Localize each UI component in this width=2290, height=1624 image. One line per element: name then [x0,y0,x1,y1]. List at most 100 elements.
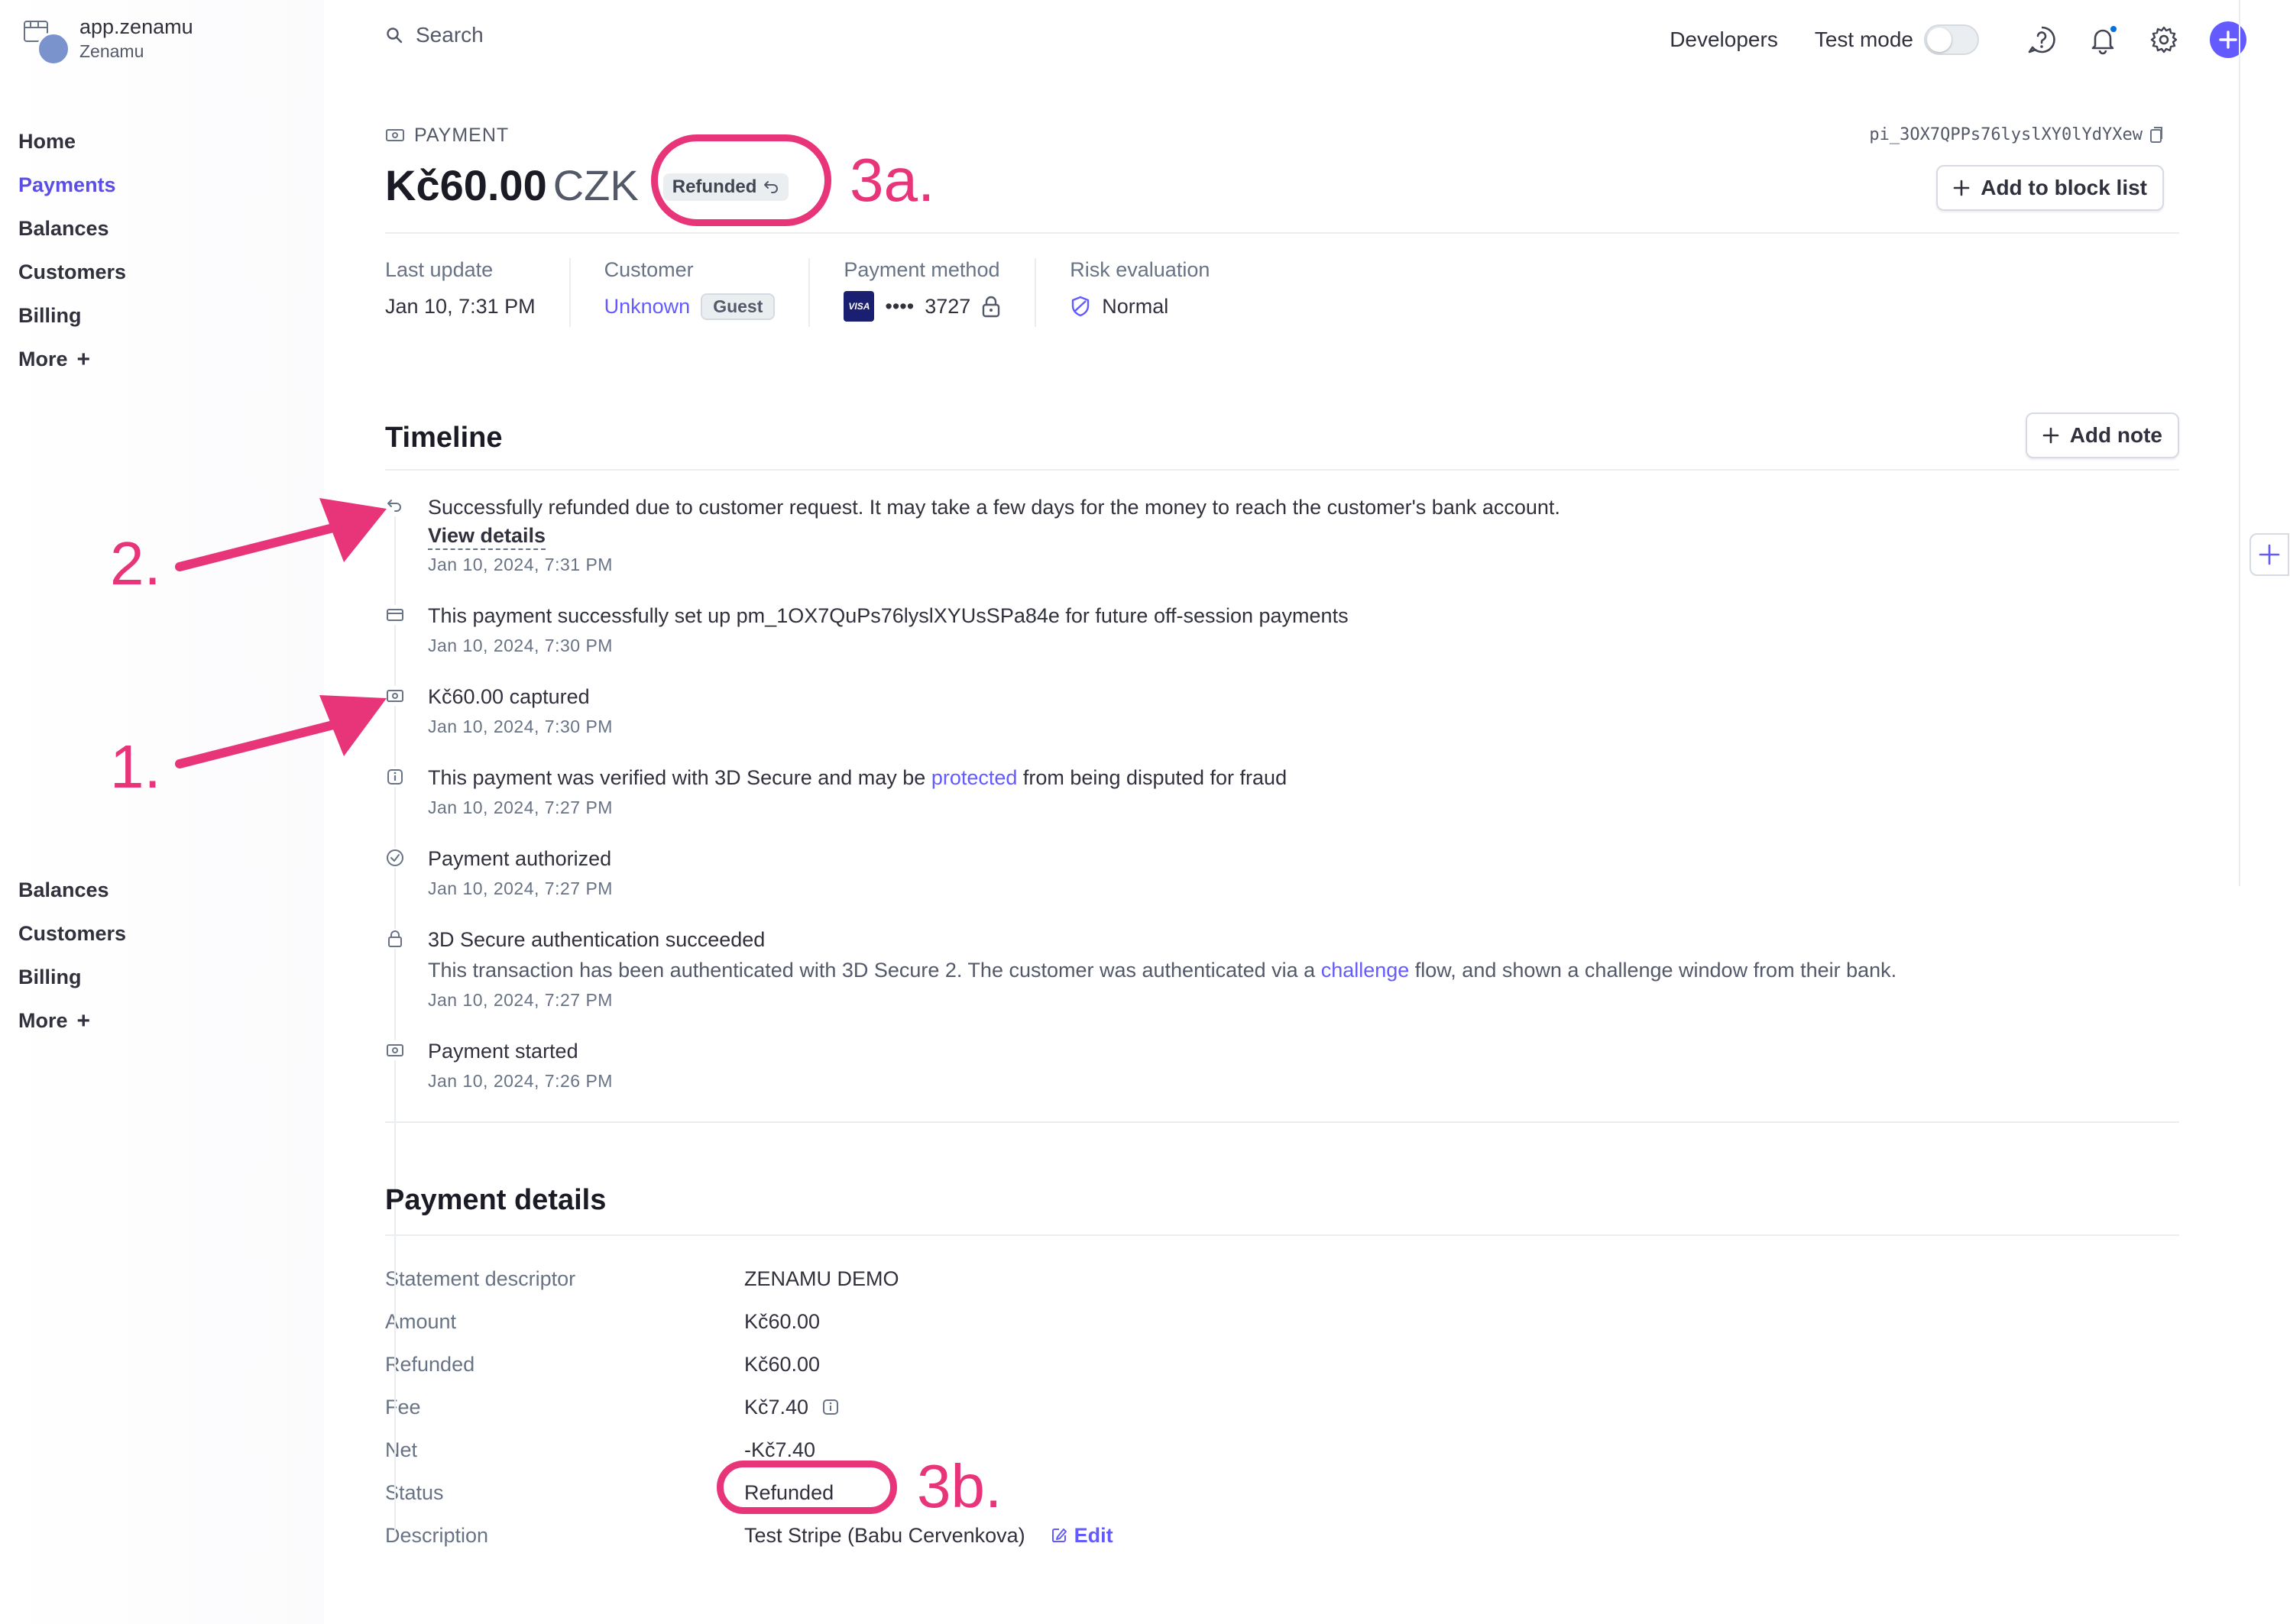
fee-value: Kč7.40 [744,1395,809,1419]
summary-risk: Risk evaluation Normal [1070,258,1243,327]
timeline-end-divider [385,1121,2179,1123]
eyebrow-label: PAYMENT [414,124,510,146]
notifications-button[interactable] [2088,24,2118,55]
sidebar-item-balances[interactable]: Balances [18,207,126,251]
sidebar-item-payments[interactable]: Payments [18,163,126,207]
timeline-item: This payment was verified with 3D Secure… [385,762,2179,822]
payment-id[interactable]: pi_3OX7QPPs76lyslXY0lYdYXew [1869,125,2164,144]
detail-row: Fee Kč7.40 [385,1386,2179,1428]
sidebar: app.zenamu Zenamu Home Payments Balances… [0,0,324,1624]
detail-value: Kč60.00 [744,1309,821,1333]
payment-method-label: Payment method [844,258,1000,281]
detail-label: Net [385,1438,418,1461]
timeline-sub-part: This transaction has been authenticated … [428,959,1321,982]
timeline-text: Successfully refunded due to customer re… [428,496,1560,519]
payment-id-text: pi_3OX7QPPs76lyslXY0lYdYXew [1869,125,2143,144]
timeline-text: Kč60.00 captured [428,685,590,708]
sidebar-item-balances[interactable]: Balances [18,869,126,912]
account-switcher[interactable]: app.zenamu Zenamu [18,14,324,67]
sidebar-nav: Home Payments Balances Customers Billing… [18,120,126,381]
timeline-text: Payment started [428,1040,578,1063]
account-avatar [37,32,70,66]
timeline-text: Payment authorized [428,847,612,870]
detail-row: Description Test Stripe (Babu Cervenkova… [385,1514,2179,1557]
protected-link[interactable]: protected [931,766,1018,789]
add-note-label: Add note [2069,423,2162,447]
payment-summary: Last update Jan 10, 7:31 PM Customer Unk… [385,258,2179,327]
sidebar-item-billing[interactable]: Billing [18,294,126,338]
view-details-link[interactable]: View details [428,522,546,550]
summary-customer: Customer Unknown Guest [604,258,811,327]
search-placeholder: Search [416,23,484,47]
test-mode-toggle[interactable] [1924,24,1979,55]
copy-icon[interactable] [2149,126,2164,144]
open-panel-button[interactable] [2250,533,2289,576]
developers-link[interactable]: Developers [1670,27,1778,52]
plus-icon: + [76,1008,91,1034]
create-button[interactable] [2210,21,2246,58]
plus-icon [1953,180,1970,196]
sidebar-item-customers[interactable]: Customers [18,251,126,294]
toggle-knob [1927,27,1952,52]
add-to-block-list-button[interactable]: Add to block list [1936,165,2164,211]
search-input[interactable]: Search [385,23,484,47]
annotation-label-3a: 3a. [850,146,935,214]
plus-icon [2219,31,2237,49]
sidebar-item-more[interactable]: More + [18,999,126,1043]
timeline-sub-part: flow, and shown a challenge window from … [1409,959,1897,982]
info-icon[interactable] [822,1399,839,1415]
timeline-date: Jan 10, 2024, 7:27 PM [428,797,613,817]
arrow-2-head [319,498,387,562]
timeline-date: Jan 10, 2024, 7:30 PM [428,636,613,655]
timeline-item: Kč60.00 captured Jan 10, 2024, 7:30 PM [385,681,2179,741]
plus-icon: + [76,347,91,372]
timeline-item: 3D Secure authentication succeeded This … [385,924,2179,1014]
sidebar-nav-duplicate: Balances Customers Billing More + [18,869,126,1043]
detail-label: Fee [385,1395,421,1419]
notification-dot [2109,24,2118,34]
payment-details: Statement descriptor ZENAMU DEMO Amount … [385,1257,2179,1557]
sidebar-item-more[interactable]: More + [18,338,126,381]
timeline-subtext: This transaction has been authenticated … [428,955,2179,985]
challenge-link[interactable]: challenge [1321,959,1410,982]
annotation-label-1: 1. [110,733,161,801]
summary-last-update: Last update Jan 10, 7:31 PM [385,258,571,327]
sidebar-item-customers[interactable]: Customers [18,912,126,956]
detail-value: Kč60.00 [744,1352,821,1376]
gear-icon[interactable] [2149,24,2179,55]
detail-value: ZENAMU DEMO [744,1267,899,1290]
details-title: Payment details [385,1184,607,1216]
sidebar-item-more-label: More [18,348,68,370]
timeline-item: Successfully refunded due to customer re… [385,492,2179,579]
timeline-date: Jan 10, 2024, 7:30 PM [428,717,613,736]
money-icon [385,1040,405,1060]
customer-link[interactable]: Unknown [604,295,691,319]
annotation-label-2: 2. [110,529,161,597]
detail-label: Refunded [385,1352,475,1376]
sidebar-item-home[interactable]: Home [18,120,126,163]
timeline: Successfully refunded due to customer re… [385,474,2179,1532]
add-to-block-list-label: Add to block list [1981,176,2147,199]
account-name: app.zenamu [79,15,193,38]
timeline-title: Timeline [385,422,503,454]
payment-currency: CZK [552,161,639,209]
lock-icon [385,929,405,949]
timeline-text: 3D Secure authentication succeeded [428,928,766,951]
risk-label: Risk evaluation [1070,258,1210,281]
card-icon [385,605,405,625]
detail-row: Refunded Kč60.00 [385,1343,2179,1386]
edit-description-button[interactable]: Edit [1050,1524,1113,1548]
help-icon[interactable] [2026,24,2057,55]
timeline-text-part: from being disputed for fraud [1017,766,1288,789]
guest-badge: Guest [701,293,776,320]
lock-icon [983,296,1000,318]
add-note-button[interactable]: Add note [2025,412,2179,458]
arrow-1-head [319,695,387,756]
timeline-text-part: This payment was verified with 3D Secure… [428,766,931,789]
detail-label: Description [385,1523,489,1547]
sidebar-item-billing[interactable]: Billing [18,956,126,999]
details-header: Payment details [385,1169,2179,1230]
test-mode-label: Test mode [1814,27,1913,51]
topbar: Search Developers Test mode [382,0,2246,81]
timeline-divider [385,469,2179,471]
